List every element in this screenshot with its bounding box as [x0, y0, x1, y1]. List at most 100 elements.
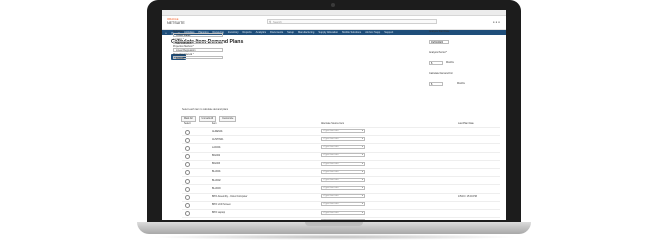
row-select-radio[interactable]	[185, 137, 190, 143]
row-item[interactable]: BLU003	[212, 187, 221, 190]
chevron-down-icon: ▾	[361, 211, 363, 214]
chevron-down-icon: ▾	[361, 137, 363, 140]
instruction-text: Select each item to calculate demand pla…	[182, 108, 229, 111]
row-item[interactable]: BLU001	[212, 170, 221, 173]
table-button[interactable]: Customize	[219, 116, 237, 122]
analysis-period-field[interactable]: 6	[429, 60, 443, 65]
table-button[interactable]: Unmark All	[198, 116, 217, 122]
period-unit: Months	[446, 61, 454, 65]
field-select[interactable]: Linear Regression	[173, 48, 223, 52]
global-search-input[interactable]: ⚲ Search	[267, 19, 437, 24]
form-left: Subsidiary * United States Location * San F…	[173, 30, 243, 60]
row-item[interactable]: BPO LCD Screen	[212, 203, 231, 206]
table-row: ALDEN01 <Type then tab> ▾	[182, 127, 500, 135]
header-icons[interactable]: ● ● ●	[493, 20, 500, 24]
row-item[interactable]: BIG002	[212, 154, 220, 157]
row-select-radio[interactable]	[185, 145, 190, 151]
table-row: LAC001 <Type then tab> ▾	[182, 143, 500, 151]
row-select-radio[interactable]	[185, 129, 190, 135]
header-date: Last Plan Date	[458, 122, 474, 125]
nav-item[interactable]: Manufacturing	[298, 31, 314, 34]
row-select-radio[interactable]	[185, 178, 190, 184]
nav-item[interactable]: Mobile Solutions	[342, 31, 361, 34]
nav-item[interactable]: Ad-hoc Supp	[365, 31, 380, 34]
nav-item[interactable]: Support	[384, 31, 393, 34]
analysis-start-field[interactable]: 01/01/2024	[429, 39, 449, 44]
alternate-source-select[interactable]: <Type then tab>▾	[321, 202, 365, 207]
alternate-source-select[interactable]: <Type then tab>▾	[321, 145, 365, 150]
table-row: BLU003 <Type then tab> ▾	[182, 184, 500, 192]
alternate-source-select[interactable]: <Type then tab>▾	[321, 194, 365, 199]
home-icon[interactable]: ⌂	[165, 31, 167, 35]
row-item[interactable]: AUSTIN01	[212, 138, 223, 141]
chevron-down-icon: ▾	[361, 178, 363, 181]
alternate-source-select[interactable]: <Type then tab>▾	[321, 161, 365, 166]
table-row: BLU002 <Type then tab> ▾	[182, 176, 500, 184]
header-source: Alternate Source Item	[321, 122, 345, 125]
field-select[interactable]: United States	[173, 33, 223, 37]
field-select[interactable]: San Francisco	[173, 40, 223, 44]
chevron-down-icon: ▾	[361, 195, 363, 198]
alternate-source-select[interactable]: <Type then tab>▾	[321, 210, 365, 215]
screen: ORACLE NETSUITE ⚲ Search ● ● ● ⌂ ◷ ☆ Act…	[162, 10, 506, 220]
app-logo[interactable]: ORACLE NETSUITE	[167, 17, 185, 25]
alternate-source-select[interactable]: <Type then tab>▾	[321, 169, 365, 174]
chevron-down-icon: ▾	[361, 187, 363, 190]
table-row: BPO Laptop <Type then tab> ▾	[182, 208, 500, 217]
demand-unit: Months	[457, 82, 465, 86]
alternate-source-select[interactable]: <Type then tab>▾	[321, 218, 365, 220]
alternate-source-select[interactable]: <Type then tab>▾	[321, 128, 365, 133]
row-item[interactable]: BIG003	[212, 162, 220, 165]
row-item[interactable]: BPO Laptop	[212, 211, 225, 214]
row-select-radio[interactable]	[185, 186, 190, 192]
table-row: BLU001 <Type then tab> ▾	[182, 167, 500, 176]
table-row: BIG002 <Type then tab> ▾	[182, 151, 500, 160]
nav-item[interactable]: Documents	[270, 31, 283, 34]
chevron-down-icon: ▾	[361, 170, 363, 173]
table-row: BPO Assembly - Cloud Computer <Type then …	[182, 192, 500, 201]
chevron-down-icon: ▾	[361, 154, 363, 157]
row-select-radio[interactable]	[185, 211, 190, 217]
header-item[interactable]: Item	[212, 122, 217, 125]
chevron-down-icon: ▾	[361, 203, 363, 206]
table-buttons: Mark All Unmark All Customize	[181, 116, 237, 122]
camera-icon	[331, 3, 335, 7]
row-select-radio[interactable]	[185, 154, 190, 160]
alternate-source-select[interactable]: <Type then tab>▾	[321, 186, 365, 191]
row-item[interactable]: ALDEN01	[212, 130, 223, 133]
demand-for-field[interactable]: 6	[429, 81, 443, 86]
table-body: ALDEN01 <Type then tab> ▾ AUSTIN01 <Type the…	[182, 127, 500, 220]
header-select: Select	[184, 122, 191, 125]
search-icon: ⚲	[269, 20, 272, 24]
field-select[interactable]: Monthly	[173, 55, 223, 60]
table-row: BPO Motherboard<Type then tab>▾	[182, 217, 500, 220]
nav-item[interactable]: Supply Allocation	[318, 31, 338, 34]
row-select-radio[interactable]	[185, 170, 190, 176]
alternate-source-select[interactable]: <Type then tab>▾	[321, 136, 365, 141]
laptop-base	[137, 222, 531, 234]
chevron-down-icon: ▾	[361, 129, 363, 132]
table-row: AUSTIN01 <Type then tab> ▾	[182, 135, 500, 143]
app-header: ORACLE NETSUITE ⚲ Search ● ● ●	[162, 16, 506, 30]
row-item[interactable]: LAC001	[212, 146, 221, 149]
chevron-down-icon: ▾	[361, 146, 363, 149]
table-header: Select Item Alternate Source Item Last P…	[182, 122, 500, 126]
chevron-down-icon: ▾	[361, 162, 363, 165]
table-button[interactable]: Mark All	[181, 116, 196, 122]
table-row: BPO LCD Screen <Type then tab> ▾	[182, 200, 500, 209]
nav-item[interactable]: Setup	[287, 31, 294, 34]
row-item[interactable]: BPO Assembly - Cloud Computer	[212, 195, 247, 198]
nav-item[interactable]: Reports	[243, 31, 252, 34]
row-select-radio[interactable]	[185, 195, 190, 200]
laptop-frame: ORACLE NETSUITE ⚲ Search ● ● ● ⌂ ◷ ☆ Act…	[147, 0, 521, 224]
row-date: 1/5/16 / 15:04 PM	[458, 195, 477, 198]
row-item[interactable]: BLU002	[212, 179, 221, 182]
form-right: Analysis Start Date 01/01/2024 Analysis …	[429, 30, 499, 93]
table-row: BIG003 <Type then tab> ▾	[182, 159, 500, 168]
nav-item[interactable]: Analytics	[256, 31, 266, 34]
alternate-source-select[interactable]: <Type then tab>▾	[321, 153, 365, 158]
row-select-radio[interactable]	[185, 203, 190, 209]
row-select-radio[interactable]	[185, 162, 190, 168]
alternate-source-select[interactable]: <Type then tab>▾	[321, 177, 365, 182]
analysis-start-label: Analysis Start Date	[429, 30, 450, 33]
